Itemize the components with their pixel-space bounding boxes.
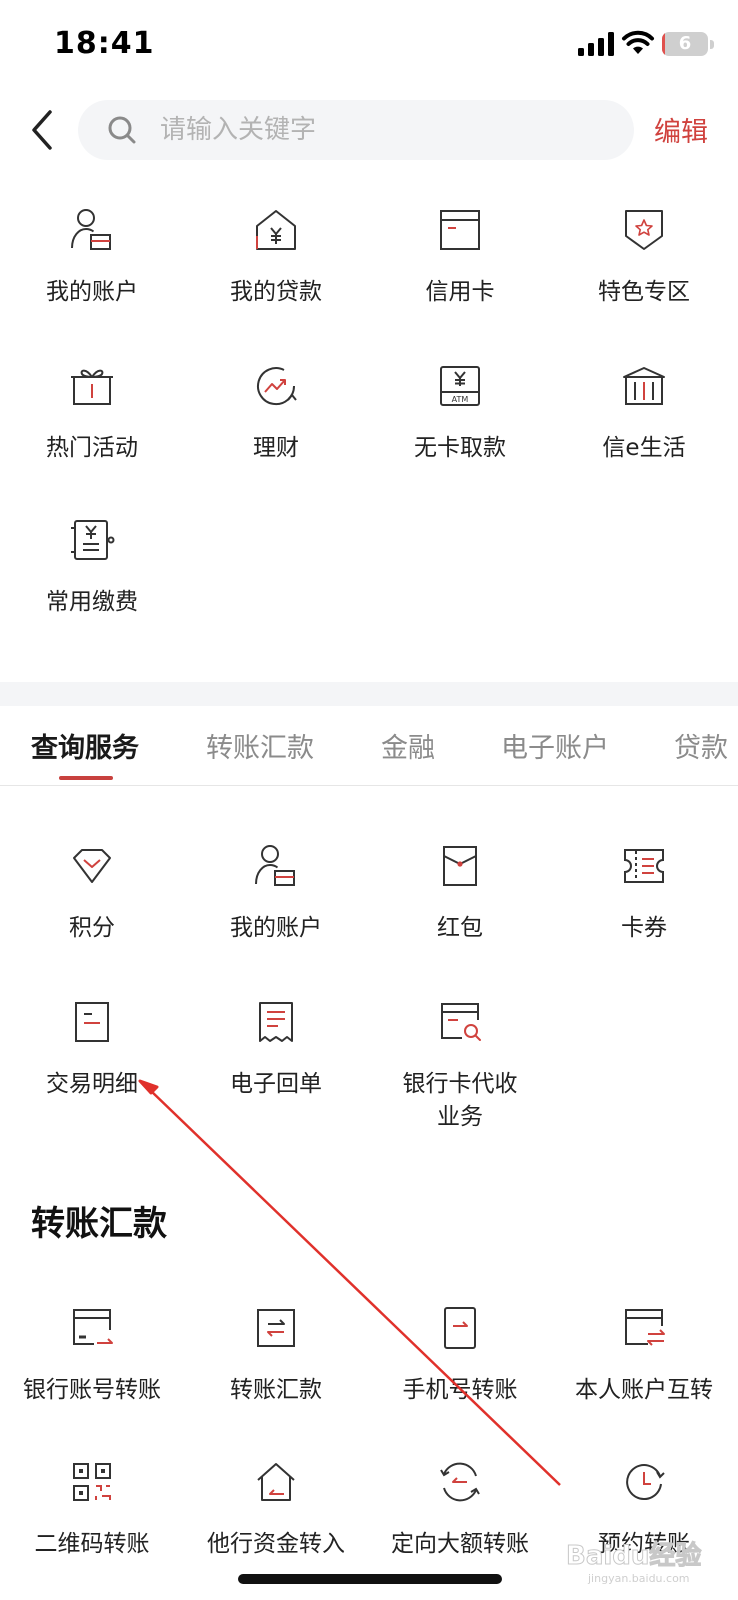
query-service-label: 交易明细 — [46, 1071, 138, 1097]
quick-menu-item[interactable]: ATM 无卡取款 — [368, 362, 552, 465]
active-tab-indicator — [59, 776, 113, 780]
back-button[interactable] — [24, 104, 64, 156]
edit-button[interactable]: 编辑 — [654, 110, 708, 149]
signal-icon — [578, 32, 614, 56]
transfer-item[interactable]: 他行资金转入 — [184, 1458, 368, 1561]
bank-building-icon — [623, 367, 665, 405]
payment-bill-icon — [71, 520, 115, 560]
diamond-icon — [73, 849, 111, 883]
transfer-item[interactable]: 转账汇款 — [184, 1304, 368, 1407]
card-search-icon — [441, 1003, 481, 1041]
qr-code-icon — [73, 1463, 111, 1501]
query-service-item[interactable]: 积分 — [0, 842, 184, 945]
transfer-label: 本人账户互转 — [575, 1377, 713, 1403]
transaction-detail-icon — [75, 1002, 109, 1042]
query-service-item[interactable]: 我的账户 — [184, 842, 368, 945]
phone-transfer-icon — [444, 1307, 476, 1349]
transfer-item[interactable]: 银行账号转账 — [0, 1304, 184, 1407]
quick-menu-item[interactable]: 常用缴费 — [0, 516, 184, 619]
tab-bar: 查询服务 转账汇款 金融 电子账户 贷款 — [0, 706, 738, 786]
star-badge-icon — [625, 210, 663, 250]
quick-menu-item[interactable]: 信e生活 — [552, 362, 736, 465]
transfer-item[interactable]: 二维码转账 — [0, 1458, 184, 1561]
quick-menu-item[interactable]: 我的贷款 — [184, 206, 368, 309]
search-bar[interactable] — [78, 100, 634, 160]
loan-house-icon — [256, 210, 296, 250]
coupon-icon — [624, 849, 664, 883]
transfer-label: 定向大额转账 — [391, 1531, 529, 1557]
quick-menu-item[interactable]: 热门活动 — [0, 362, 184, 465]
tab-finance[interactable]: 金融 — [381, 726, 435, 765]
quick-menu-label: 理财 — [253, 435, 299, 461]
quick-menu-item[interactable]: 特色专区 — [552, 206, 736, 309]
atm-icon: ATM — [440, 366, 480, 406]
query-service-item[interactable]: 卡券 — [552, 842, 736, 945]
query-service-label: 红包 — [437, 915, 483, 941]
query-service-item[interactable]: 电子回单 — [184, 998, 368, 1101]
tab-query-services[interactable]: 查询服务 — [31, 726, 139, 765]
watermark-subtext: jingyan.baidu.com — [588, 1572, 690, 1585]
transfer-label: 二维码转账 — [34, 1531, 150, 1557]
status-bar: 18:41 6 — [0, 0, 738, 90]
query-service-item[interactable]: 红包 — [368, 842, 552, 945]
quick-menu-label: 特色专区 — [598, 279, 690, 305]
quick-menu-label: 信用卡 — [425, 279, 495, 305]
quick-menu-item[interactable]: 信用卡 — [368, 206, 552, 309]
transfer-item[interactable]: 手机号转账 — [368, 1304, 552, 1407]
quick-menu-label: 无卡取款 — [414, 435, 506, 461]
wifi-icon — [622, 30, 654, 54]
query-service-item[interactable]: 交易明细 — [0, 998, 184, 1101]
gift-icon — [71, 369, 113, 405]
tab-transfer[interactable]: 转账汇款 — [206, 726, 314, 765]
clock-icon — [626, 1464, 665, 1501]
transfer-item[interactable]: 定向大额转账 — [368, 1458, 552, 1561]
transfer-icon — [257, 1309, 295, 1347]
quick-menu-item[interactable]: 理财 — [184, 362, 368, 465]
battery-level: 6 — [678, 33, 692, 54]
query-service-label: 电子回单 — [230, 1071, 322, 1097]
transfer-label: 银行账号转账 — [23, 1377, 161, 1403]
transfer-label: 手机号转账 — [402, 1377, 518, 1403]
transfer-label: 他行资金转入 — [207, 1531, 345, 1557]
account-icon — [255, 845, 295, 886]
credit-card-icon — [440, 210, 480, 250]
query-service-label: 积分 — [69, 915, 115, 941]
battery-icon: 6 — [662, 32, 708, 56]
search-icon — [108, 116, 136, 144]
house-arrow-icon — [257, 1463, 295, 1501]
quick-menu-label: 信e生活 — [602, 435, 686, 461]
tab-loan[interactable]: 贷款 — [674, 726, 728, 765]
quick-menu-label: 常用缴费 — [46, 589, 138, 615]
watermark-text: Baidu经验 — [566, 1540, 701, 1571]
quick-menu-label: 我的贷款 — [230, 279, 322, 305]
svg-text:ATM: ATM — [452, 395, 469, 404]
battery-tip — [710, 40, 714, 49]
transfer-item[interactable]: 本人账户互转 — [552, 1304, 736, 1407]
quick-menu-label: 热门活动 — [46, 435, 138, 461]
wealth-chart-icon — [257, 367, 297, 406]
search-input[interactable] — [160, 100, 610, 160]
section-title-transfer: 转账汇款 — [31, 1204, 167, 1244]
account-transfer-icon — [73, 1309, 113, 1345]
card-exchange-icon — [625, 1309, 665, 1346]
query-service-label: 银行卡代收 业务 — [402, 1071, 518, 1130]
quick-menu-item[interactable]: 我的账户 — [0, 206, 184, 309]
query-service-item[interactable]: 银行卡代收 业务 — [368, 998, 552, 1134]
status-time: 18:41 — [54, 26, 155, 61]
tab-e-account[interactable]: 电子账户 — [501, 726, 609, 765]
home-indicator[interactable] — [238, 1574, 502, 1584]
query-service-label: 我的账户 — [230, 915, 322, 941]
account-icon — [71, 209, 111, 250]
cycle-transfer-icon — [440, 1462, 480, 1502]
query-service-label: 卡券 — [621, 915, 667, 941]
section-divider — [0, 682, 738, 706]
quick-menu-label: 我的账户 — [46, 279, 138, 305]
receipt-icon — [259, 1002, 293, 1042]
red-envelope-icon — [443, 846, 477, 886]
transfer-label: 转账汇款 — [230, 1377, 322, 1403]
